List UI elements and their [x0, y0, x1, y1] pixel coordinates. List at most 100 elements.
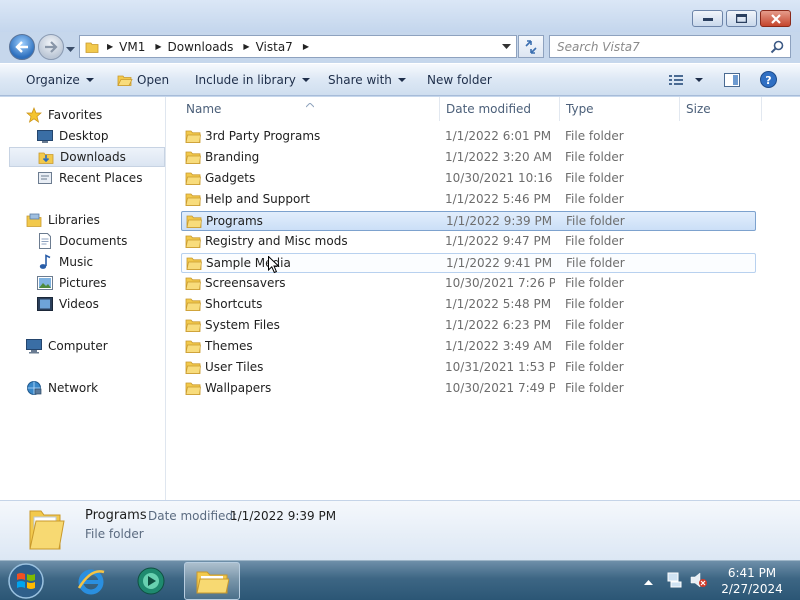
file-row[interactable]: System Files 1/1/2022 6:23 PM File folder [181, 316, 756, 336]
column-header-type[interactable]: Type [561, 97, 679, 121]
maximize-icon [736, 14, 747, 23]
file-row[interactable]: Screensavers 10/30/2021 7:26 PM File folde… [181, 274, 756, 294]
details-view-icon [669, 75, 683, 85]
address-dropdown-button[interactable] [502, 43, 511, 50]
file-row[interactable]: Registry and Misc mods 1/1/2022 9:47 PM Fi… [181, 232, 756, 252]
column-header-size[interactable]: Size [681, 97, 761, 121]
preview-pane-button[interactable] [724, 73, 740, 87]
breadcrumb-vm1[interactable]: VM1 [119, 40, 145, 54]
new-folder-button[interactable]: New folder [427, 73, 492, 87]
nav-computer[interactable]: Computer [26, 336, 108, 356]
nav-documents[interactable]: Documents [37, 231, 127, 251]
folder-icon [185, 171, 201, 188]
minimize-icon [702, 17, 713, 21]
file-row[interactable]: User Tiles 10/31/2021 1:53 PM File folder [181, 358, 756, 378]
nav-videos[interactable]: Videos [37, 294, 99, 314]
windows-orb-icon [8, 563, 44, 599]
nav-network-label: Network [48, 381, 99, 395]
view-options-button[interactable] [669, 74, 703, 86]
breadcrumb-arrow-icon[interactable]: ▶ [155, 42, 161, 51]
file-row[interactable]: Programs 1/1/2022 9:39 PM File folder [181, 211, 756, 231]
minimize-button[interactable] [692, 10, 723, 27]
nav-libraries[interactable]: Libraries [26, 210, 100, 230]
media-player-icon [137, 567, 165, 595]
column-header-date-modified[interactable]: Date modified [441, 97, 559, 121]
breadcrumb-vista7[interactable]: Vista7 [256, 40, 293, 54]
file-row[interactable]: Shortcuts 1/1/2022 5:48 PM File folder [181, 295, 756, 315]
system-clock[interactable]: 6:41 PM 2/27/2024 [708, 565, 796, 597]
file-type: File folder [565, 171, 624, 185]
include-in-library-button[interactable]: Include in library [195, 73, 310, 87]
folder-icon [185, 339, 201, 356]
column-header-name[interactable]: Name [181, 97, 439, 121]
address-bar[interactable]: ▶ VM1 ▶ Downloads ▶ Vista7 ▶ [79, 35, 517, 58]
breadcrumb-arrow-icon[interactable]: ▶ [303, 42, 309, 51]
start-button[interactable] [6, 562, 46, 600]
column-divider[interactable] [761, 97, 762, 121]
file-type: File folder [565, 234, 624, 248]
nav-downloads-label: Downloads [60, 150, 126, 164]
column-divider[interactable] [439, 97, 440, 121]
breadcrumb-arrow-icon[interactable]: ▶ [107, 42, 113, 51]
nav-desktop[interactable]: Desktop [37, 126, 109, 146]
column-divider[interactable] [679, 97, 680, 121]
nav-recent-places[interactable]: Recent Places [37, 168, 142, 188]
close-button[interactable] [760, 10, 791, 27]
folder-icon [185, 150, 201, 167]
refresh-button[interactable] [518, 35, 544, 58]
file-name: System Files [205, 318, 280, 332]
taskbar-internet-explorer[interactable] [72, 563, 110, 599]
breadcrumb-downloads[interactable]: Downloads [168, 40, 234, 54]
search-icon[interactable] [770, 40, 784, 57]
address-row: ▶ VM1 ▶ Downloads ▶ Vista7 ▶ [0, 32, 800, 62]
folder-icon [185, 192, 201, 209]
explorer-window: ▶ VM1 ▶ Downloads ▶ Vista7 ▶ Organize [0, 0, 800, 560]
nav-computer-label: Computer [48, 339, 108, 353]
nav-downloads[interactable]: Downloads [9, 147, 165, 167]
maximize-button[interactable] [726, 10, 757, 27]
file-list: Name Date modified Type Size 3rd Party P… [167, 97, 800, 500]
file-type: File folder [565, 297, 624, 311]
folder-icon [185, 318, 201, 335]
file-row[interactable]: Gadgets 10/30/2021 10:16 ... File folder [181, 169, 756, 189]
network-status-icon[interactable] [666, 572, 684, 591]
nav-music[interactable]: Music [37, 252, 93, 272]
nav-pictures[interactable]: Pictures [37, 273, 107, 293]
file-date-modified: 1/1/2022 3:49 AM [445, 339, 553, 353]
file-name: Themes [205, 339, 253, 353]
file-date-modified: 1/1/2022 6:23 PM [445, 318, 552, 332]
file-row[interactable]: 3rd Party Programs 1/1/2022 6:01 PM File f… [181, 127, 756, 147]
share-with-button[interactable]: Share with [328, 73, 406, 87]
open-button[interactable]: Open [117, 73, 169, 87]
file-date-modified: 1/1/2022 5:48 PM [445, 297, 552, 311]
title-bar [0, 0, 800, 32]
navigation-pane: Favorites Desktop Downloads Recent Place… [0, 97, 166, 500]
breadcrumb-arrow-icon[interactable]: ▶ [243, 42, 249, 51]
volume-muted-icon[interactable] [690, 572, 708, 591]
show-hidden-icons-button[interactable] [644, 575, 653, 589]
star-icon [26, 107, 42, 123]
search-input[interactable] [557, 39, 762, 54]
mouse-cursor-icon [268, 255, 280, 277]
network-icon [26, 380, 42, 396]
help-button[interactable]: ? [760, 71, 777, 88]
organize-label: Organize [26, 73, 80, 87]
search-box[interactable] [549, 35, 791, 58]
organize-button[interactable]: Organize [26, 73, 94, 87]
nav-favorites[interactable]: Favorites [26, 105, 102, 125]
file-row[interactable]: Themes 1/1/2022 3:49 AM File folder [181, 337, 756, 357]
file-row[interactable]: Help and Support 1/1/2022 5:46 PM File fol… [181, 190, 756, 210]
file-name: Wallpapers [205, 381, 272, 395]
taskbar-windows-explorer[interactable] [184, 562, 240, 600]
forward-button[interactable] [38, 34, 64, 60]
column-divider[interactable] [559, 97, 560, 121]
nav-network[interactable]: Network [26, 378, 98, 398]
file-date-modified: 10/30/2021 10:16 ... [445, 171, 555, 185]
back-button[interactable] [9, 34, 35, 60]
recent-pages-dropdown[interactable] [66, 42, 75, 56]
pictures-icon [37, 275, 53, 291]
file-row[interactable]: Branding 1/1/2022 3:20 AM File folder [181, 148, 756, 168]
nav-desktop-label: Desktop [59, 129, 109, 143]
taskbar-media-player[interactable] [132, 563, 170, 599]
file-row[interactable]: Wallpapers 10/30/2021 7:49 PM File folder [181, 379, 756, 399]
